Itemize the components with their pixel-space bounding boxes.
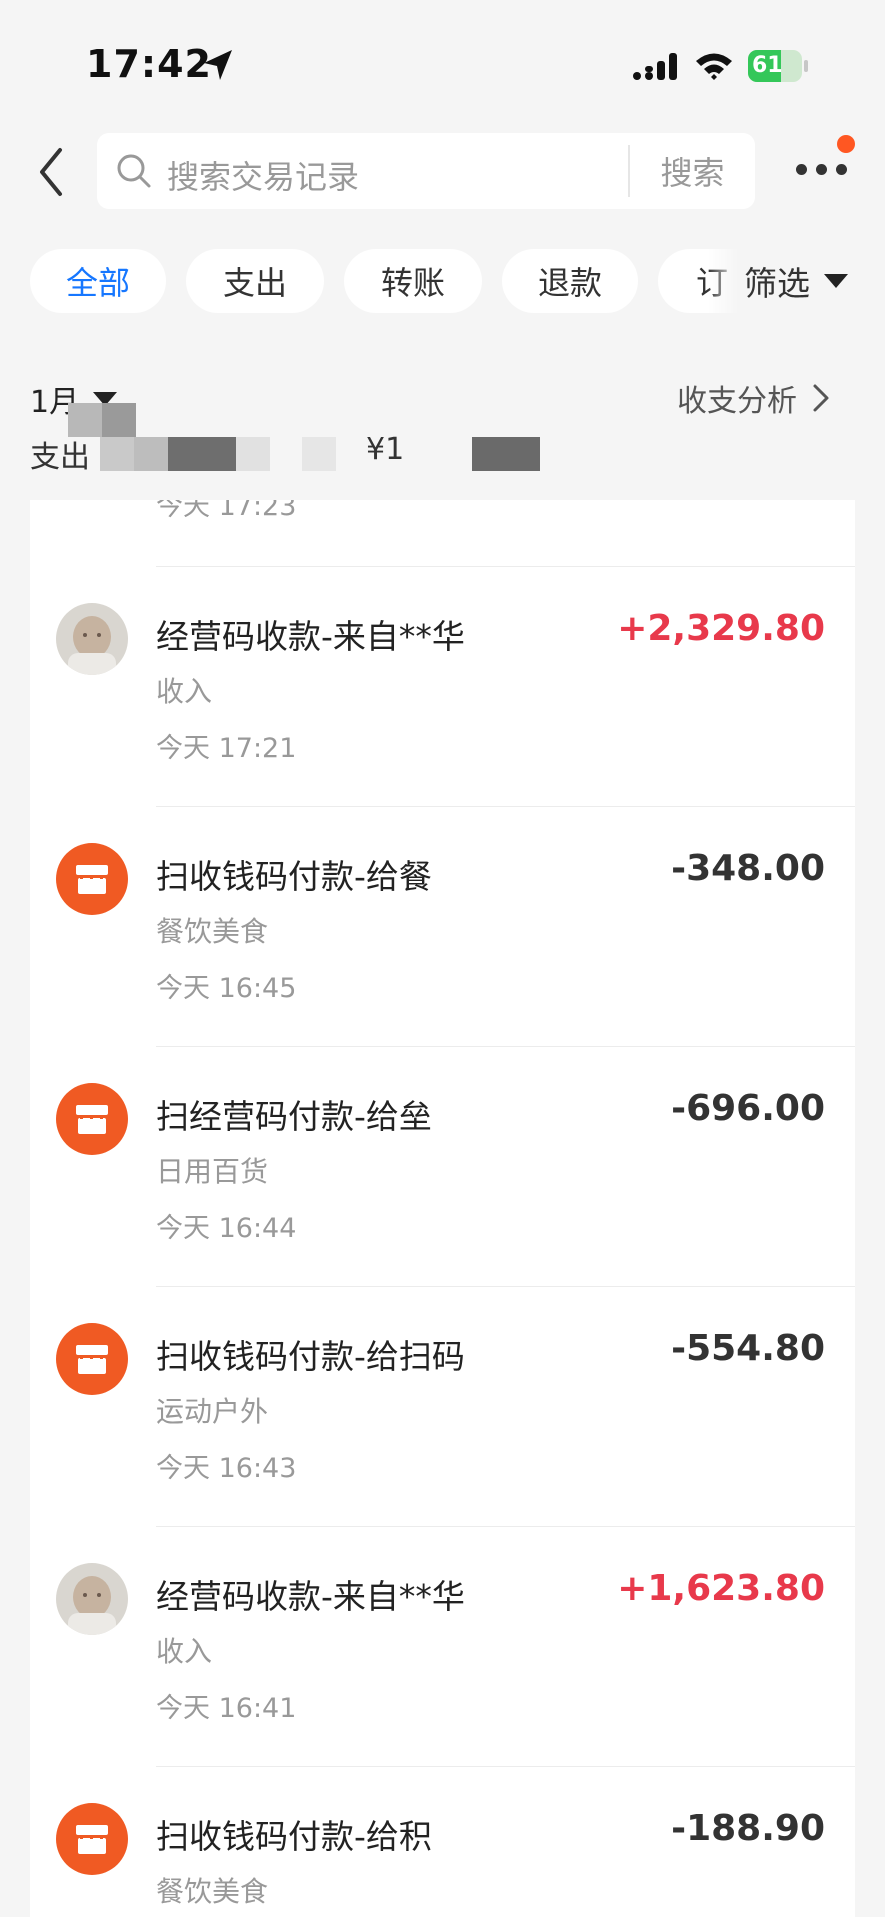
transaction-amount: -348.00	[671, 848, 825, 889]
battery-percent: 61	[752, 53, 783, 78]
transaction-time: 今天 16:45	[156, 973, 297, 1004]
transaction-time: 今天 17:23	[156, 500, 297, 522]
search-bar[interactable]: 搜索交易记录 搜索	[97, 133, 755, 209]
chip-transfer[interactable]: 转账	[344, 249, 482, 313]
transaction-category: 收入	[156, 1635, 213, 1668]
cellular-signal-icon	[633, 53, 677, 80]
transaction-row[interactable]: 扫收钱码付款-给扫码 运动户外 今天 16:43 -554.80	[30, 1286, 855, 1526]
chip-expense[interactable]: 支出	[186, 249, 324, 313]
transaction-category: 收入	[156, 675, 213, 708]
search-input[interactable]: 搜索交易记录	[167, 152, 359, 198]
transaction-row[interactable]: 经营码收款-来自**华 收入 今天 17:21 +2,329.80	[30, 566, 855, 806]
store-icon	[56, 1083, 128, 1155]
transaction-title: 扫收钱码付款-给餐	[156, 857, 432, 896]
more-menu-icon[interactable]	[796, 160, 848, 180]
back-arrow-icon[interactable]	[34, 146, 70, 198]
expense-label: 支出	[30, 440, 90, 475]
transaction-amount: -188.90	[671, 1808, 825, 1849]
transaction-list: 今天 17:23 经营码收款-来自**华 收入 今天 17:21 +2,329.…	[30, 500, 855, 1917]
transaction-time: 今天 16:43	[156, 1453, 297, 1484]
transaction-category: 运动户外	[156, 1395, 269, 1428]
transaction-title: 经营码收款-来自**华	[156, 1577, 465, 1616]
store-icon	[56, 1323, 128, 1395]
transaction-row[interactable]: 经营码收款-来自**华 收入 今天 16:41 +1,623.80	[30, 1526, 855, 1766]
transaction-row[interactable]: 扫收钱码付款-给积 餐饮美食 -188.90	[30, 1766, 855, 1917]
transaction-amount: +1,623.80	[617, 1568, 825, 1609]
filter-chip-bar: 全部 支出 转账 退款 订 筛选	[0, 249, 885, 313]
transaction-row[interactable]: 扫收钱码付款-给餐 餐饮美食 今天 16:45 -348.00	[30, 806, 855, 1046]
store-icon	[56, 1803, 128, 1875]
transaction-title: 扫经营码付款-给垒	[156, 1097, 432, 1136]
expense-amount: ¥1	[366, 432, 405, 467]
wifi-icon	[696, 53, 732, 80]
status-time: 17:42	[86, 42, 212, 86]
chip-refund[interactable]: 退款	[502, 249, 638, 313]
filter-button[interactable]: 筛选	[744, 249, 848, 313]
location-arrow-icon	[204, 50, 232, 80]
transaction-category: 餐饮美食	[156, 915, 269, 948]
status-bar: 17:42 61	[0, 0, 885, 120]
transaction-time: 今天 16:44	[156, 1213, 297, 1244]
avatar-icon	[56, 603, 128, 675]
transaction-amount: -554.80	[671, 1328, 825, 1369]
transaction-title: 扫收钱码付款-给扫码	[156, 1337, 465, 1376]
filter-label: 筛选	[744, 264, 810, 303]
transaction-title: 经营码收款-来自**华	[156, 617, 465, 656]
transaction-category: 日用百货	[156, 1155, 269, 1188]
expense-summary: 支出	[30, 432, 90, 475]
chevron-right-icon	[813, 384, 829, 412]
transaction-category: 餐饮美食	[156, 1875, 269, 1908]
transaction-amount: -696.00	[671, 1088, 825, 1129]
transaction-time: 今天 17:21	[156, 733, 297, 764]
chip-all[interactable]: 全部	[30, 249, 166, 313]
transaction-amount: +2,329.80	[617, 608, 825, 649]
avatar-icon	[56, 1563, 128, 1635]
search-button[interactable]: 搜索	[630, 133, 755, 209]
store-icon	[56, 843, 128, 915]
notification-dot	[837, 135, 855, 153]
income-expense-analysis-link[interactable]: 收支分析	[677, 376, 831, 420]
caret-down-icon	[824, 274, 848, 288]
transaction-row[interactable]: 扫经营码付款-给垒 日用百货 今天 16:44 -696.00	[30, 1046, 855, 1286]
battery-indicator: 61	[748, 50, 808, 82]
analysis-label: 收支分析	[677, 384, 797, 419]
transaction-time: 今天 16:41	[156, 1693, 297, 1724]
transaction-title: 扫收钱码付款-给积	[156, 1817, 432, 1856]
search-icon	[117, 154, 151, 188]
